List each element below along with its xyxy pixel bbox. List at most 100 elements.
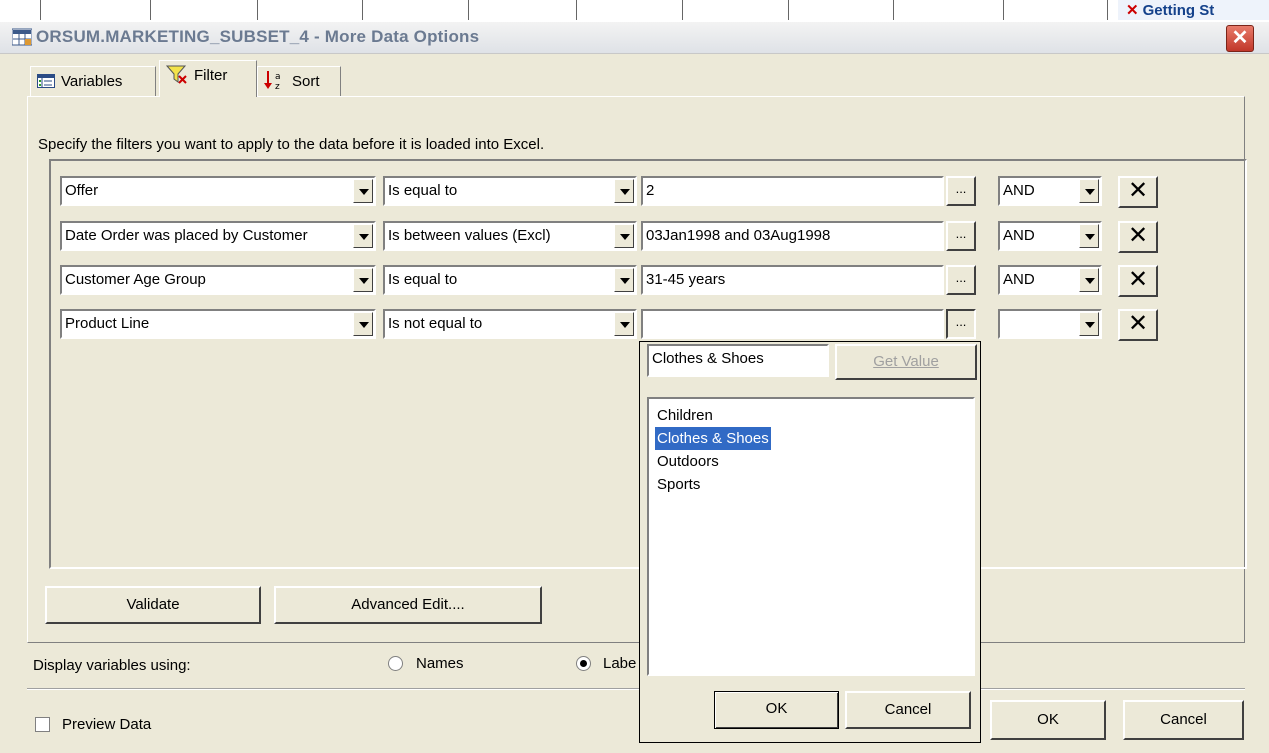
close-icon: ✕ — [1127, 177, 1149, 204]
filter-operator-select[interactable]: Is equal to — [383, 176, 637, 206]
column-separator — [1003, 0, 1004, 20]
cancel-button[interactable]: Cancel — [1123, 700, 1244, 740]
popup-cancel-button[interactable]: Cancel — [845, 691, 971, 729]
dropdown-arrow-icon[interactable] — [1079, 179, 1099, 203]
filter-variable-select[interactable]: Product Line — [60, 309, 376, 339]
filter-operator-value: Is equal to — [388, 182, 458, 199]
column-separator — [257, 0, 258, 20]
dropdown-arrow-icon[interactable] — [614, 268, 634, 292]
column-separator — [893, 0, 894, 20]
dropdown-arrow-icon[interactable] — [614, 179, 634, 203]
list-item[interactable]: Sports — [655, 473, 702, 496]
sort-az-icon: a z — [264, 71, 281, 92]
value-search-input[interactable]: Clothes & Shoes — [647, 344, 829, 377]
filter-operator-value: Is between values (Excl) — [388, 227, 551, 244]
separator — [27, 688, 1245, 690]
excel-column-header-strip: ✕ Getting St — [0, 0, 1269, 23]
delete-filter-button[interactable]: ✕ — [1118, 265, 1158, 297]
column-separator — [468, 0, 469, 20]
get-value-label: Get Value — [873, 353, 939, 370]
column-separator — [788, 0, 789, 20]
filter-variable-select[interactable]: Customer Age Group — [60, 265, 376, 295]
tab-sort-label: Sort — [292, 73, 320, 90]
filter-value-field[interactable]: 2 — [641, 176, 944, 206]
popup-ok-button[interactable]: OK — [714, 691, 839, 729]
names-radio[interactable] — [388, 656, 403, 671]
close-icon: ✕ — [1127, 310, 1149, 337]
names-radio-label: Names — [416, 655, 464, 672]
close-button[interactable]: ✕ — [1226, 25, 1254, 52]
dropdown-arrow-icon[interactable] — [353, 224, 373, 248]
dropdown-arrow-icon[interactable] — [614, 224, 634, 248]
filter-variable-value: Customer Age Group — [65, 271, 206, 288]
filter-value-field[interactable]: 31-45 years — [641, 265, 944, 295]
delete-filter-button[interactable]: ✕ — [1118, 221, 1158, 253]
column-separator — [682, 0, 683, 20]
ok-button[interactable]: OK — [990, 700, 1106, 740]
filter-value-text: 03Jan1998 and 03Aug1998 — [646, 227, 831, 244]
filter-connector-select[interactable] — [998, 309, 1102, 339]
app-icon — [12, 28, 32, 46]
get-value-button[interactable]: Get Value — [835, 344, 977, 380]
list-item[interactable]: Outdoors — [655, 450, 721, 473]
tab-variables[interactable]: Variables — [30, 66, 156, 96]
value-listbox[interactable]: Children Clothes & Shoes Outdoors Sports — [647, 397, 975, 676]
labels-radio[interactable] — [576, 656, 591, 671]
value-browse-button[interactable]: ... — [946, 265, 976, 295]
tab-filter[interactable]: Filter — [159, 60, 257, 97]
filter-operator-select[interactable]: Is equal to — [383, 265, 637, 295]
filter-variable-select[interactable]: Date Order was placed by Customer — [60, 221, 376, 251]
window-title: ORSUM.MARKETING_SUBSET_4 - More Data Opt… — [36, 27, 480, 46]
value-browse-button[interactable]: ... — [946, 176, 976, 206]
display-variables-label: Display variables using: — [33, 657, 191, 674]
filter-variable-value: Offer — [65, 182, 99, 199]
advanced-edit-button[interactable]: Advanced Edit.... — [274, 586, 542, 624]
filter-connector-select[interactable]: AND — [998, 176, 1102, 206]
tab-variables-label: Variables — [61, 73, 123, 90]
dropdown-arrow-icon[interactable] — [1079, 224, 1099, 248]
value-browse-button[interactable]: ... — [946, 309, 976, 339]
getting-started-pane-title: ✕ Getting St — [1118, 0, 1269, 20]
filter-value-field[interactable] — [641, 309, 944, 339]
list-item[interactable]: Children — [655, 404, 715, 427]
list-item-selected[interactable]: Clothes & Shoes — [655, 427, 771, 450]
svg-text:a: a — [275, 72, 281, 82]
dropdown-arrow-icon[interactable] — [1079, 312, 1099, 336]
filter-connector-value: AND — [1003, 182, 1035, 199]
dropdown-arrow-icon[interactable] — [614, 312, 634, 336]
filter-connector-value: AND — [1003, 227, 1035, 244]
filter-variable-select[interactable]: Offer — [60, 176, 376, 206]
filter-value-text: 31-45 years — [646, 271, 726, 288]
column-separator — [576, 0, 577, 20]
title-bar: ORSUM.MARKETING_SUBSET_4 - More Data Opt… — [0, 22, 1269, 54]
pane-close-icon[interactable]: ✕ — [1126, 2, 1139, 19]
filter-operator-select[interactable]: Is not equal to — [383, 309, 637, 339]
dropdown-arrow-icon[interactable] — [353, 179, 373, 203]
value-search-text: Clothes & Shoes — [652, 350, 764, 367]
close-icon: ✕ — [1127, 266, 1149, 293]
filter-operator-value: Is not equal to — [388, 315, 483, 332]
tab-filter-label: Filter — [194, 67, 228, 84]
filter-operator-value: Is equal to — [388, 271, 458, 288]
preview-data-checkbox[interactable] — [35, 717, 50, 732]
column-separator — [1107, 0, 1108, 20]
table-icon — [37, 74, 55, 88]
filter-connector-select[interactable]: AND — [998, 265, 1102, 295]
dropdown-arrow-icon[interactable] — [353, 268, 373, 292]
dropdown-arrow-icon[interactable] — [353, 312, 373, 336]
funnel-icon — [165, 65, 187, 84]
column-separator — [40, 0, 41, 20]
filter-operator-select[interactable]: Is between values (Excl) — [383, 221, 637, 251]
value-browse-button[interactable]: ... — [946, 221, 976, 251]
filter-value-field[interactable]: 03Jan1998 and 03Aug1998 — [641, 221, 944, 251]
tab-sort[interactable]: a z Sort — [257, 66, 341, 96]
filter-value-text: 2 — [646, 182, 655, 199]
validate-button[interactable]: Validate — [45, 586, 261, 624]
column-separator — [150, 0, 151, 20]
delete-filter-button[interactable]: ✕ — [1118, 176, 1158, 208]
preview-data-label: Preview Data — [62, 716, 152, 733]
labels-radio-label: Labe — [603, 655, 637, 672]
dropdown-arrow-icon[interactable] — [1079, 268, 1099, 292]
delete-filter-button[interactable]: ✕ — [1118, 309, 1158, 341]
filter-connector-select[interactable]: AND — [998, 221, 1102, 251]
